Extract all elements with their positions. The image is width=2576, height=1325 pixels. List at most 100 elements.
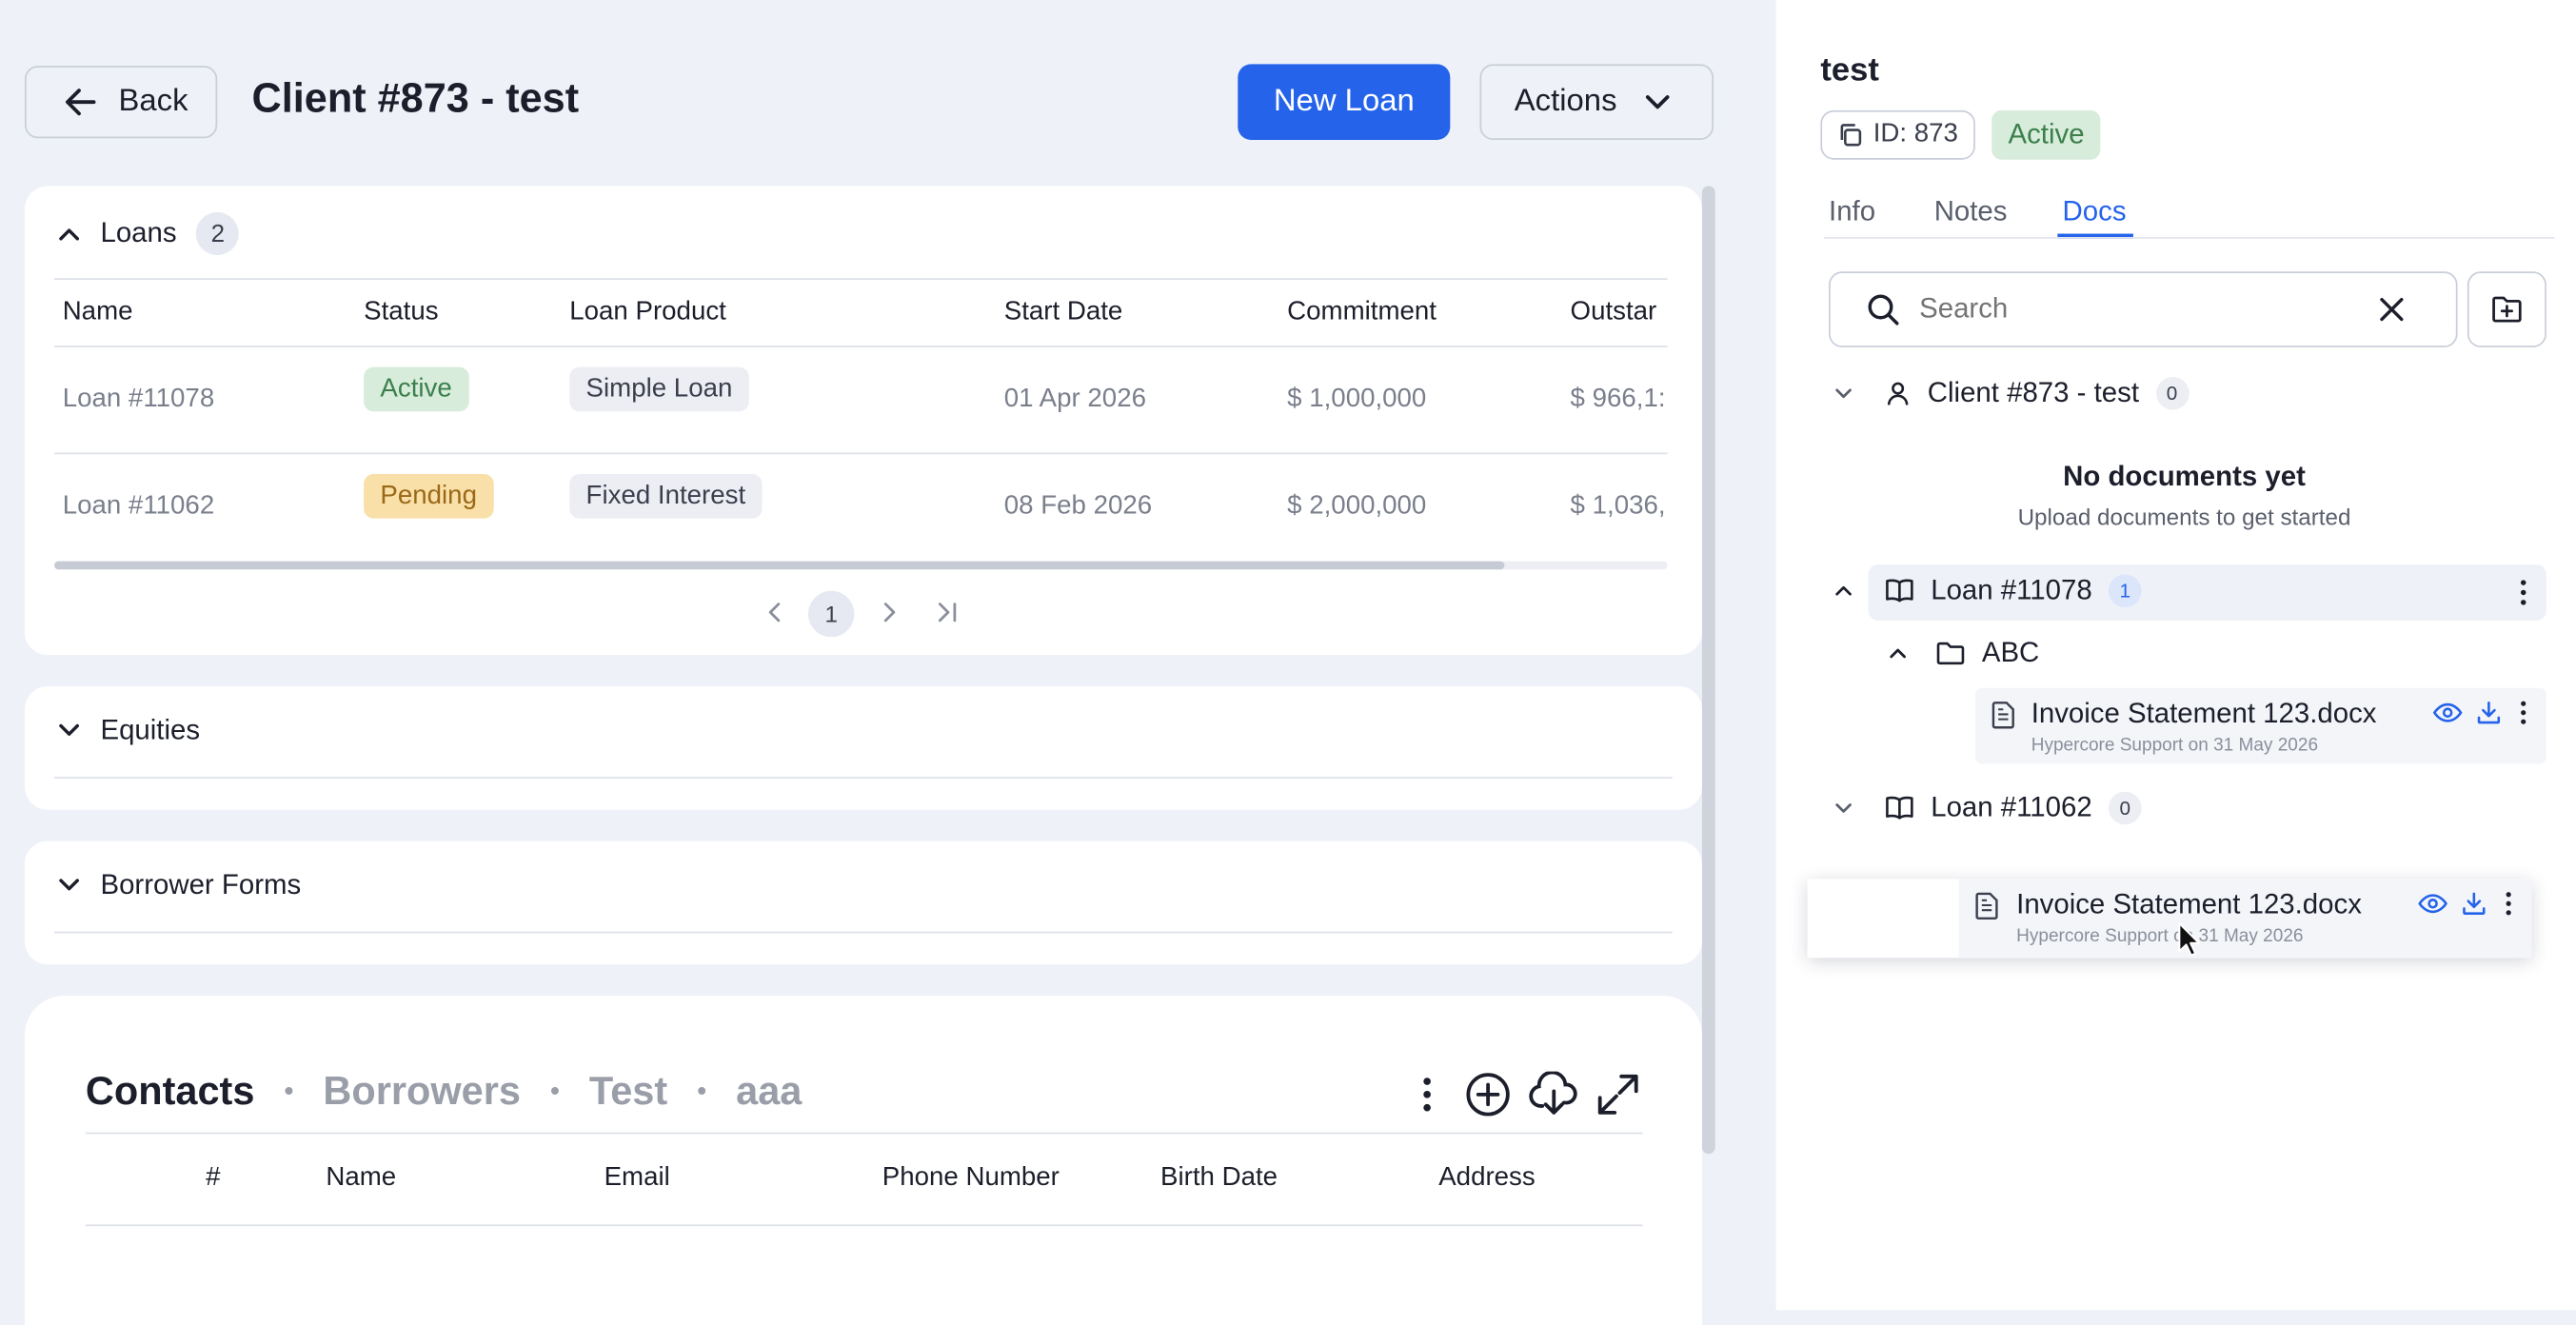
equities-card: Equities (24, 686, 1702, 810)
loan-product-chip: Fixed Interest (569, 473, 763, 519)
download-icon[interactable] (2461, 890, 2487, 917)
client-id-chip[interactable]: ID: 873 (1820, 109, 1975, 160)
eye-icon[interactable] (2432, 700, 2463, 726)
last-page-icon[interactable] (932, 598, 961, 627)
tree-loan-node[interactable]: Loan #11062 0 (1832, 791, 2142, 825)
close-icon[interactable] (2377, 295, 2407, 325)
chevron-up-icon (58, 222, 81, 245)
horizontal-scrollbar[interactable] (54, 561, 1668, 570)
folder-label: ABC (1981, 637, 2040, 669)
back-button[interactable]: Back (24, 66, 218, 139)
file-icon (1975, 892, 1998, 920)
tab-notes[interactable]: Notes (1934, 196, 2008, 229)
tree-folder-node[interactable]: ABC (1887, 637, 2040, 670)
status-badge: Pending (364, 473, 494, 519)
client-id: ID: 873 (1873, 120, 1958, 148)
col-header-name[interactable]: Name (63, 298, 133, 327)
status-badge: Active (1991, 109, 2101, 160)
book-icon (1885, 795, 1914, 821)
chevron-up-icon[interactable] (1832, 580, 1854, 603)
tab-test[interactable]: Test (589, 1070, 667, 1116)
client-node-label: Client #873 - test (1927, 376, 2139, 408)
chevron-down-icon[interactable] (1832, 797, 1854, 820)
doc-count-badge: 0 (2109, 791, 2142, 825)
arrow-left-icon (63, 84, 99, 120)
col-header-outstanding[interactable]: Outstar (1571, 298, 1666, 327)
contacts-tabs: Contacts • Borrowers • Test • aaa (86, 1070, 802, 1116)
chevron-down-icon (58, 874, 81, 897)
start-date: 08 Feb 2026 (1003, 492, 1153, 521)
tab-separator: • (697, 1078, 707, 1106)
table-row[interactable]: Loan #11078 Active Simple Loan 01 Apr 20… (54, 347, 1668, 453)
col-header-commitment[interactable]: Commitment (1287, 298, 1437, 327)
col-header-email[interactable]: Email (604, 1163, 670, 1193)
prev-page-icon[interactable] (761, 598, 790, 627)
new-folder-button[interactable] (2467, 271, 2546, 347)
commitment: $ 2,000,000 (1287, 492, 1427, 521)
tab-docs[interactable]: Docs (2063, 196, 2127, 229)
scrollbar-thumb[interactable] (54, 561, 1505, 570)
actions-dropdown[interactable]: Actions (1479, 64, 1714, 140)
col-header-name[interactable]: Name (326, 1163, 396, 1193)
dragging-document-item[interactable]: Invoice Statement 123.docx Hypercore Sup… (1807, 879, 2532, 959)
more-vertical-icon[interactable] (2499, 890, 2519, 917)
tree-loan-node[interactable]: Loan #11078 1 (1832, 574, 2142, 608)
divider (54, 278, 1668, 280)
tab-contacts[interactable]: Contacts (86, 1070, 255, 1116)
more-vertical-icon[interactable] (2513, 700, 2533, 726)
loan-name[interactable]: Loan #11078 (63, 386, 215, 415)
page-title: Client #873 - test (251, 75, 580, 122)
outstanding: $ 1,036, (1570, 492, 1666, 521)
loan-name[interactable]: Loan #11062 (63, 492, 215, 522)
document-item[interactable]: Invoice Statement 123.docx Hypercore Sup… (1974, 687, 2546, 764)
add-circle-icon[interactable] (1465, 1072, 1511, 1117)
empty-state-title: No documents yet (2063, 461, 2306, 493)
col-header-phone-number[interactable]: Phone Number (882, 1163, 1060, 1193)
col-header-number[interactable]: # (206, 1163, 220, 1193)
document-meta: Hypercore Support on 31 May 2026 (2016, 926, 2304, 947)
chevron-up-icon[interactable] (1887, 642, 1910, 664)
outstanding: $ 966,1: (1570, 385, 1666, 414)
more-vertical-icon[interactable] (2512, 578, 2535, 607)
contacts-card: Contacts • Borrowers • Test • aaa # Name… (24, 996, 1702, 1325)
tab-borrowers[interactable]: Borrowers (323, 1070, 521, 1116)
chevron-down-icon[interactable] (1832, 382, 1854, 405)
eye-icon[interactable] (2418, 890, 2447, 917)
borrower-forms-section-header[interactable]: Borrower Forms (58, 869, 302, 902)
new-loan-button[interactable]: New Loan (1238, 64, 1451, 140)
start-date: 01 Apr 2026 (1003, 385, 1146, 414)
search-input[interactable] (1915, 291, 2368, 328)
next-page-icon[interactable] (874, 598, 903, 627)
search-icon (1867, 293, 1900, 326)
app-root: Back Client #873 - test New Loan Actions… (0, 0, 2576, 1325)
document-name[interactable]: Invoice Statement 123.docx (2016, 889, 2362, 922)
col-header-birth-date[interactable]: Birth Date (1160, 1163, 1278, 1193)
main-scrollbar[interactable] (1701, 186, 1715, 1155)
document-meta: Hypercore Support on 31 May 2026 (2031, 735, 2319, 756)
col-header-loan-product[interactable]: Loan Product (569, 298, 726, 327)
document-name[interactable]: Invoice Statement 123.docx (2031, 698, 2377, 731)
loans-title: Loans (100, 217, 177, 249)
tree-client-node[interactable]: Client #873 - test 0 (1832, 376, 2189, 410)
tab-info[interactable]: Info (1829, 196, 1875, 229)
download-icon[interactable] (2476, 700, 2503, 726)
equities-section-header[interactable]: Equities (58, 714, 201, 747)
col-header-start-date[interactable]: Start Date (1004, 298, 1123, 327)
client-name: test (1820, 52, 1879, 89)
status-badge: Active (364, 366, 469, 412)
chevron-down-icon (58, 720, 81, 742)
col-header-status[interactable]: Status (364, 298, 438, 327)
col-header-address[interactable]: Address (1438, 1163, 1536, 1193)
cloud-download-icon[interactable] (1528, 1071, 1580, 1117)
docs-search-field[interactable] (1829, 271, 2458, 347)
divider (85, 1132, 1643, 1135)
loans-section-header[interactable]: Loans 2 (58, 212, 240, 256)
book-icon (1885, 578, 1914, 604)
loan-product-chip: Simple Loan (569, 366, 749, 412)
table-row[interactable]: Loan #11062 Pending Fixed Interest 08 Fe… (54, 454, 1668, 560)
doc-count-badge: 0 (2155, 376, 2189, 410)
page-number[interactable]: 1 (807, 590, 855, 638)
expand-icon[interactable] (1595, 1072, 1640, 1117)
more-vertical-icon[interactable] (1411, 1073, 1444, 1116)
tab-aaa[interactable]: aaa (736, 1070, 802, 1116)
